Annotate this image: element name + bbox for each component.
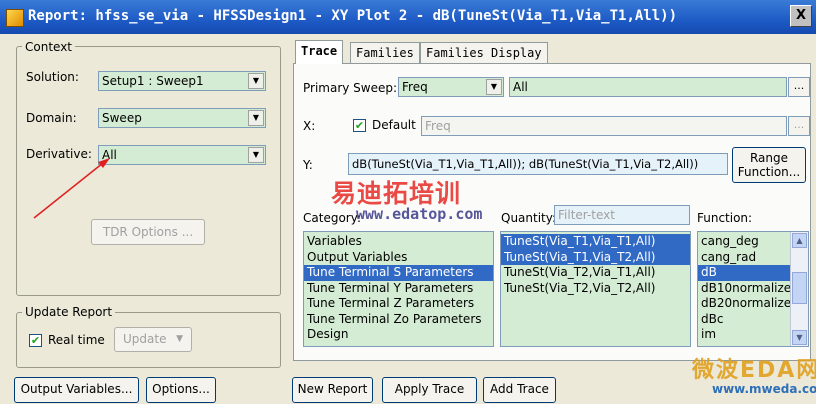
scroll-down-icon[interactable]: ▼: [792, 330, 807, 345]
primary-sweep-ellipsis-button[interactable]: ...: [788, 77, 810, 97]
y-expression-value: dB(TuneSt(Via_T1,Via_T1,All)); dB(TuneSt…: [352, 157, 699, 171]
add-trace-button[interactable]: Add Trace: [483, 377, 556, 403]
quantity-item[interactable]: TuneSt(Via_T1,Via_T1,All): [501, 234, 690, 250]
range-function-line1: Range: [749, 151, 789, 165]
primary-sweep-range-value: All: [513, 80, 528, 94]
quantity-item[interactable]: TuneSt(Via_T2,Via_T1,All): [501, 265, 690, 281]
category-item[interactable]: Variables: [304, 234, 493, 250]
category-item[interactable]: Tune Terminal S Parameters: [304, 265, 493, 281]
function-list[interactable]: cang_deg cang_rad dB dB10normalize dB20n…: [697, 231, 809, 347]
realtime-label: Real time: [48, 333, 105, 347]
chevron-down-icon[interactable]: ▼: [486, 79, 502, 95]
watermark-eda-brand: 微波EDA网: [692, 358, 816, 383]
category-item[interactable]: Tune Terminal Zo Parameters: [304, 312, 493, 328]
close-button[interactable]: X: [790, 5, 812, 27]
category-label: Category:: [303, 211, 361, 225]
app-icon: [6, 9, 24, 27]
primary-sweep-dropdown[interactable]: Freq ▼: [398, 77, 504, 97]
watermark-url-edatop: www.edatop.com: [356, 205, 483, 223]
derivative-dropdown[interactable]: All ▼: [98, 145, 266, 165]
primary-sweep-range-field[interactable]: All: [509, 77, 787, 97]
y-expression-field[interactable]: dB(TuneSt(Via_T1,Via_T1,All)); dB(TuneSt…: [348, 153, 728, 175]
quantity-item[interactable]: TuneSt(Via_T1,Via_T2,All): [501, 249, 690, 265]
update-button[interactable]: Update ▼: [114, 327, 192, 352]
domain-dropdown[interactable]: Sweep ▼: [98, 108, 266, 128]
tdr-options-button[interactable]: TDR Options ...: [91, 219, 205, 245]
derivative-value: All: [102, 148, 117, 162]
watermark-url-mweda: www.mweda.com: [712, 382, 816, 396]
chevron-down-icon[interactable]: ▼: [248, 110, 264, 126]
update-report-title: Update Report: [22, 305, 116, 319]
category-item[interactable]: Tune Terminal Z Parameters: [304, 296, 493, 312]
function-scrollbar[interactable]: ▲ ▼: [790, 232, 808, 346]
category-list[interactable]: Variables Output Variables Tune Terminal…: [303, 231, 494, 347]
category-item[interactable]: Tune Terminal Y Parameters: [304, 281, 493, 297]
derivative-label: Derivative:: [26, 147, 92, 161]
solution-value: Setup1 : Sweep1: [102, 74, 204, 88]
apply-trace-button[interactable]: Apply Trace: [382, 377, 477, 403]
x-default-label: Default: [372, 118, 416, 132]
quantity-filter-input[interactable]: Filter-text: [554, 205, 690, 225]
new-report-button[interactable]: New Report: [292, 377, 373, 403]
quantity-list[interactable]: TuneSt(Via_T1,Via_T1,All) TuneSt(Via_T1,…: [500, 231, 691, 347]
range-function-button[interactable]: Range Function...: [732, 147, 806, 183]
x-label: X:: [303, 119, 316, 133]
solution-dropdown[interactable]: Setup1 : Sweep1 ▼: [98, 71, 266, 91]
x-value: Freq: [425, 119, 451, 133]
primary-sweep-label: Primary Sweep:: [303, 81, 398, 95]
chevron-down-icon: ▼: [176, 334, 183, 344]
tab-trace[interactable]: Trace: [295, 40, 344, 64]
quantity-label: Quantity:: [501, 211, 557, 225]
category-item[interactable]: Output Variables: [304, 250, 493, 266]
quantity-item[interactable]: TuneSt(Via_T2,Via_T2,All): [501, 281, 690, 297]
range-function-line2: Function...: [737, 165, 801, 179]
output-variables-button[interactable]: Output Variables...: [14, 377, 139, 403]
context-group-title: Context: [22, 40, 76, 54]
realtime-checkbox[interactable]: ✔: [29, 334, 42, 347]
domain-value: Sweep: [102, 111, 142, 125]
x-ellipsis-button[interactable]: ...: [788, 116, 810, 136]
x-field[interactable]: Freq: [421, 116, 787, 136]
update-button-label: Update: [123, 332, 167, 346]
tab-families[interactable]: Families: [350, 42, 420, 64]
function-item[interactable]: dB: [698, 265, 790, 281]
y-label: Y:: [303, 158, 313, 172]
category-item[interactable]: Design: [304, 327, 493, 343]
domain-label: Domain:: [26, 111, 77, 125]
options-button[interactable]: Options...: [146, 377, 216, 403]
primary-sweep-value: Freq: [402, 80, 428, 94]
window-title: Report: hfss_se_via - HFSSDesign1 - XY P…: [28, 8, 678, 24]
x-default-checkbox[interactable]: ✔: [353, 119, 366, 132]
title-bar: Report: hfss_se_via - HFSSDesign1 - XY P…: [0, 0, 816, 34]
function-label: Function:: [697, 211, 753, 225]
tab-families-display[interactable]: Families Display: [420, 42, 548, 64]
scroll-up-icon[interactable]: ▲: [792, 233, 807, 248]
chevron-down-icon[interactable]: ▼: [248, 147, 264, 163]
quantity-filter-placeholder: Filter-text: [558, 208, 615, 222]
solution-label: Solution:: [26, 70, 79, 84]
scroll-thumb[interactable]: [792, 272, 807, 304]
chevron-down-icon[interactable]: ▼: [248, 73, 264, 89]
